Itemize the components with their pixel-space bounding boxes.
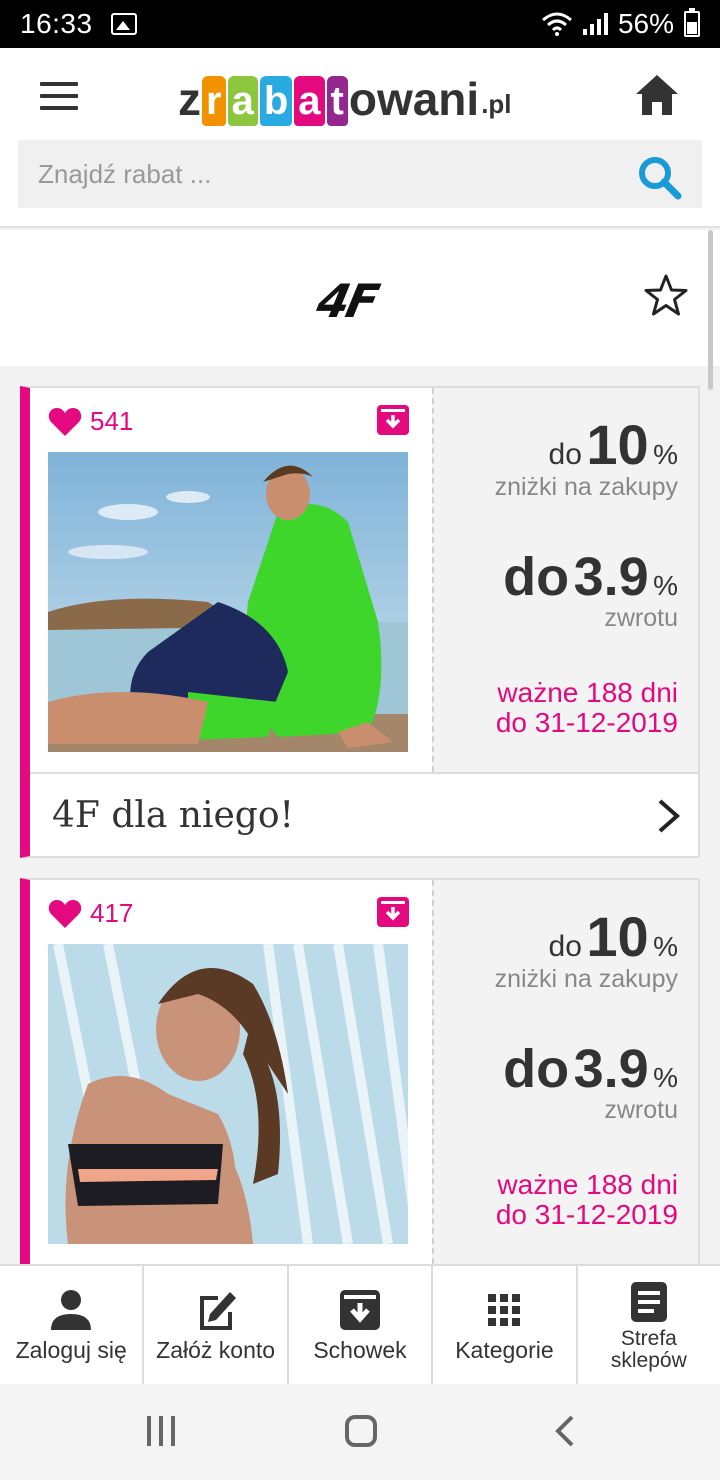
wifi-icon xyxy=(541,12,572,36)
nav-clipboard-label: Schowek xyxy=(313,1337,407,1363)
chevron-right-icon xyxy=(658,799,681,833)
discount-label: zniżki na zakupy xyxy=(494,473,678,501)
heart-icon xyxy=(48,899,82,928)
valid-days: ważne 188 dni xyxy=(497,1169,678,1200)
nav-categories[interactable]: Kategorie xyxy=(433,1266,578,1384)
validity-info: ważne 188 dni do 31-12-2019 xyxy=(496,1170,678,1230)
likes-counter[interactable]: 541 xyxy=(48,406,133,437)
cashback-label: zwrotu xyxy=(604,604,678,632)
nav-shops-line1: Strefa xyxy=(620,1327,677,1350)
app-screen: 16:33 56% z r a b a t owani .pl Znajdź r… xyxy=(0,0,720,1480)
discount-prefix: do xyxy=(548,930,582,963)
save-to-clipboard-icon[interactable] xyxy=(376,896,410,928)
logo-letter: z xyxy=(178,73,201,125)
likes-count: 541 xyxy=(90,406,134,436)
discount-value: 10 xyxy=(586,905,649,968)
offer-card[interactable]: 541 do 10 % zniżki na zakupy do 3.9 % zw… xyxy=(20,386,700,858)
gallery-notification-icon xyxy=(110,13,137,35)
valid-until: do 31-12-2019 xyxy=(495,707,678,738)
logo-tag-letter: r xyxy=(202,76,226,126)
likes-counter[interactable]: 417 xyxy=(48,898,133,929)
battery-percent: 56% xyxy=(617,8,674,39)
logo-tag-letter: b xyxy=(259,76,293,126)
discount-value: 10 xyxy=(586,413,649,476)
discount-prefix: do xyxy=(548,438,582,471)
nav-shops-zone-label: Strefa sklepów xyxy=(611,1328,687,1372)
app-header: z r a b a t owani .pl xyxy=(0,48,720,228)
cashback-unit: % xyxy=(653,570,678,601)
discount-unit: % xyxy=(653,931,678,962)
nav-login[interactable]: Zaloguj się xyxy=(0,1266,145,1384)
nav-categories-label: Kategorie xyxy=(455,1337,554,1363)
nav-register-label: Załóż konto xyxy=(156,1337,276,1363)
status-time: 16:33 xyxy=(20,8,93,39)
scrollbar[interactable] xyxy=(708,230,713,390)
logo-tag-letter: a xyxy=(294,76,325,126)
offer-title: 4F dla niego! xyxy=(52,794,294,836)
logo-tag-letter: t xyxy=(326,76,348,126)
cashback-info: do 3.9 % zwrotu xyxy=(503,1038,678,1125)
cashback-info: do 3.9 % zwrotu xyxy=(503,546,678,633)
offer-image-man[interactable] xyxy=(48,452,408,752)
search-icon[interactable] xyxy=(636,154,682,200)
menu-icon[interactable] xyxy=(40,82,78,110)
heart-icon xyxy=(48,407,82,436)
save-to-clipboard-icon[interactable] xyxy=(376,404,410,436)
cashback-label: zwrotu xyxy=(604,1096,678,1124)
offer-card[interactable]: 417 do 10 % zniżki na zakupy do 3.9 % zw… xyxy=(20,878,700,1278)
offer-card-left: 417 xyxy=(30,880,432,1264)
home-icon[interactable] xyxy=(634,72,680,118)
offer-card-details: do 10 % zniżki na zakupy do 3.9 % zwrotu… xyxy=(432,388,698,772)
offer-card-left: 541 xyxy=(30,388,432,772)
nav-shops-zone[interactable]: Strefa sklepów xyxy=(578,1266,720,1384)
nav-register[interactable]: Załóż konto xyxy=(144,1266,289,1384)
nav-login-label: Zaloguj się xyxy=(15,1337,127,1363)
offer-image-woman[interactable] xyxy=(48,944,408,1244)
battery-icon xyxy=(684,8,700,37)
bottom-navigation: Zaloguj się Załóż konto Schowek Kategori… xyxy=(0,1264,720,1384)
discount-info: do 10 % zniżki na zakupy xyxy=(495,904,678,994)
archive-icon xyxy=(340,1290,381,1330)
cashback-value: 3.9 xyxy=(573,547,649,607)
cashback-prefix: do xyxy=(503,547,570,607)
status-right: 56% xyxy=(541,8,700,40)
status-bar: 16:33 56% xyxy=(0,0,720,48)
offer-title-link[interactable]: 4F dla niego! xyxy=(30,772,698,856)
valid-until: do 31-12-2019 xyxy=(495,1199,678,1230)
brand-logo: 4F xyxy=(312,274,382,328)
cashback-prefix: do xyxy=(503,1039,570,1099)
back-icon[interactable] xyxy=(550,1414,580,1448)
home-button-icon[interactable] xyxy=(344,1414,378,1448)
grid-icon xyxy=(488,1294,521,1326)
offer-card-details: do 10 % zniżki na zakupy do 3.9 % zwrotu… xyxy=(432,880,698,1264)
logo-tld: .pl xyxy=(481,89,512,119)
nav-shops-line2: sklepów xyxy=(610,1349,687,1372)
user-icon xyxy=(51,1290,92,1330)
cashback-unit: % xyxy=(653,1062,678,1093)
cashback-value: 3.9 xyxy=(573,1039,649,1099)
nav-clipboard[interactable]: Schowek xyxy=(289,1266,434,1384)
likes-count: 417 xyxy=(90,898,134,928)
document-icon xyxy=(630,1282,667,1322)
search-bar xyxy=(18,140,702,208)
discount-label: zniżki na zakupy xyxy=(494,965,678,993)
system-navigation-bar xyxy=(0,1384,720,1480)
brand-header: 4F xyxy=(0,230,720,366)
valid-days: ważne 188 dni xyxy=(497,677,678,708)
discount-info: do 10 % zniżki na zakupy xyxy=(495,412,678,502)
site-logo[interactable]: z r a b a t owani .pl xyxy=(178,62,512,126)
validity-info: ważne 188 dni do 31-12-2019 xyxy=(496,678,678,738)
signal-icon xyxy=(582,13,608,35)
logo-tag-letter: a xyxy=(227,76,258,126)
recent-apps-icon[interactable] xyxy=(144,1414,178,1448)
logo-text: owani xyxy=(348,73,480,125)
discount-unit: % xyxy=(653,439,678,470)
search-input[interactable] xyxy=(18,158,618,190)
edit-icon xyxy=(199,1292,236,1330)
star-icon[interactable] xyxy=(642,272,690,320)
